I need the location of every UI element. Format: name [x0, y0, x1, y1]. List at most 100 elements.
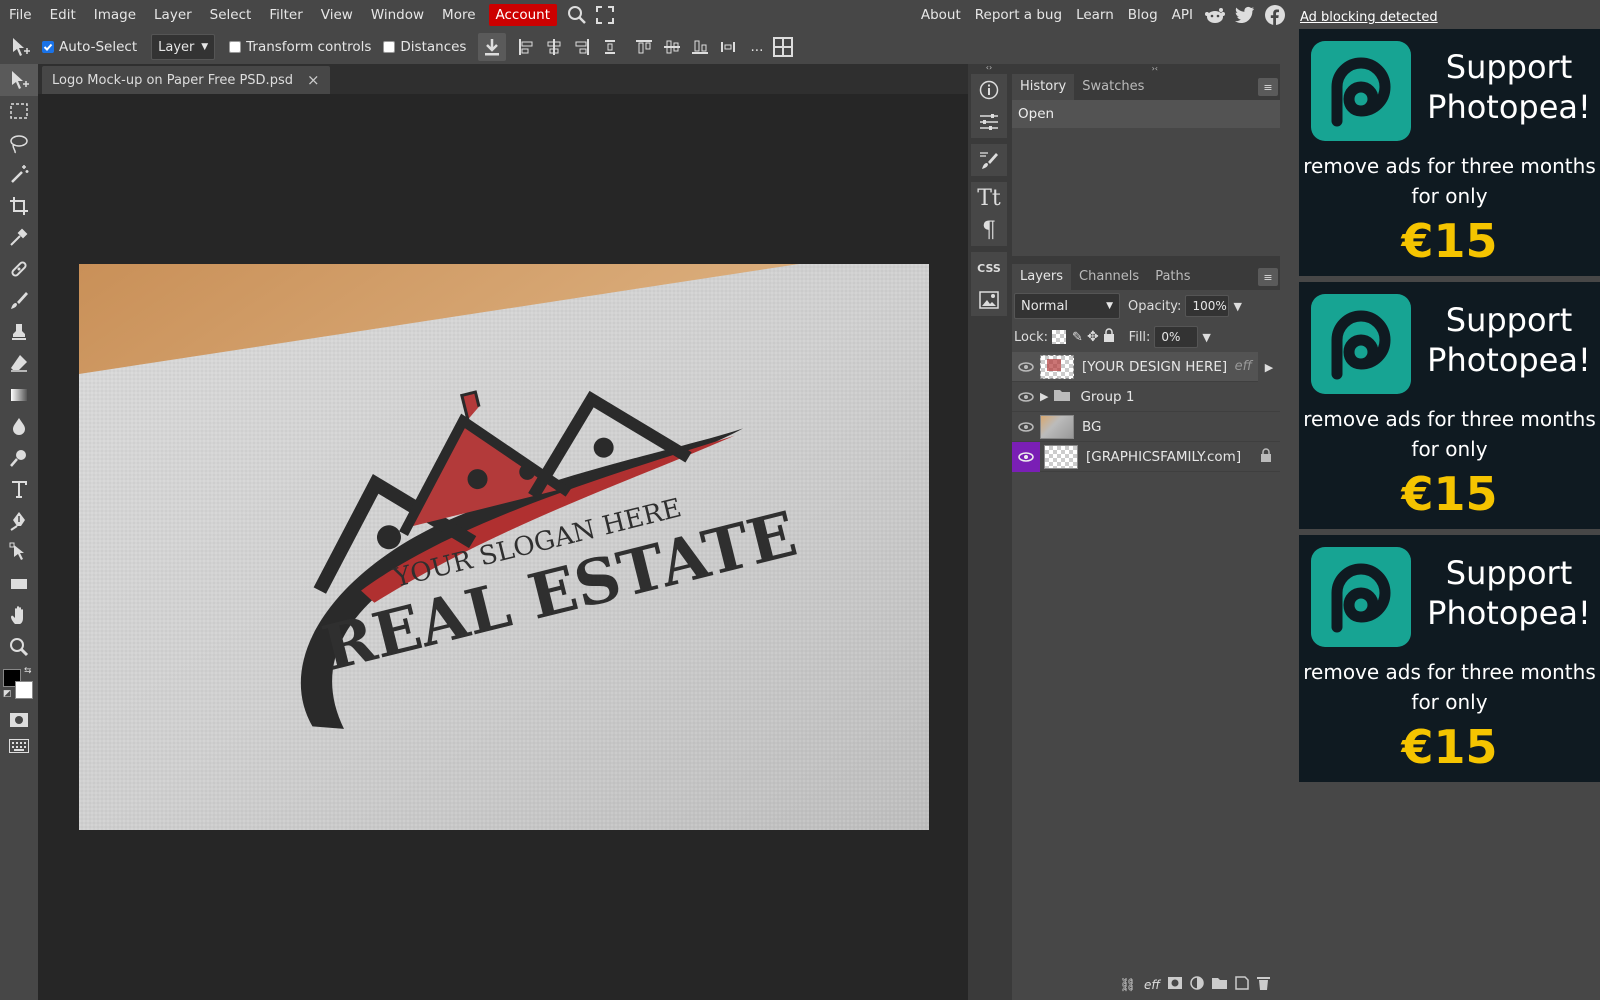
eye-icon[interactable]: [1012, 382, 1040, 412]
document-canvas[interactable]: YOUR SLOGAN HERE REAL ESTATE: [79, 264, 929, 830]
history-entry[interactable]: Open: [1012, 100, 1280, 128]
link-layers-icon[interactable]: ⛓: [1119, 978, 1136, 993]
new-group-icon[interactable]: [1212, 977, 1227, 993]
twitter-icon[interactable]: [1235, 5, 1255, 25]
lock-paint-icon[interactable]: ✎: [1072, 330, 1083, 345]
color-swatches[interactable]: ⇆ ◩: [0, 663, 38, 707]
css-icon[interactable]: CSS: [971, 252, 1007, 284]
image-icon[interactable]: [971, 284, 1007, 316]
opacity-input[interactable]: 100%: [1185, 295, 1230, 317]
download-icon[interactable]: [478, 33, 507, 61]
lasso-tool[interactable]: [0, 127, 38, 159]
auto-select-checkbox[interactable]: Auto-Select: [42, 39, 137, 55]
align-bottom-icon[interactable]: [686, 33, 714, 61]
menu-layer[interactable]: Layer: [145, 0, 201, 30]
lock-transparency-icon[interactable]: [1052, 330, 1067, 344]
layer-row[interactable]: BG: [1012, 412, 1280, 442]
menu-more[interactable]: More: [433, 0, 484, 30]
panel-menu-icon[interactable]: ≡: [1258, 268, 1278, 286]
align-middle-v-icon[interactable]: [658, 33, 686, 61]
panel-menu-icon[interactable]: ≡: [1258, 78, 1278, 96]
menu-edit[interactable]: Edit: [41, 0, 85, 30]
eye-icon[interactable]: [1012, 352, 1040, 382]
grid-icon[interactable]: [769, 33, 797, 61]
fill-dropdown-icon[interactable]: ▼: [1202, 331, 1210, 344]
clone-stamp-tool[interactable]: [0, 316, 38, 348]
tab-paths[interactable]: Paths: [1147, 264, 1198, 290]
delete-layer-icon[interactable]: [1257, 976, 1270, 994]
blend-mode-dropdown[interactable]: Normal ▼: [1014, 293, 1120, 319]
menu-filter[interactable]: Filter: [260, 0, 311, 30]
select-mode-dropdown[interactable]: Layer ▼: [151, 34, 216, 60]
brush-tool[interactable]: [0, 285, 38, 317]
zoom-tool[interactable]: [0, 631, 38, 663]
ad-banner[interactable]: Support Photopea! remove ads for three m…: [1299, 29, 1600, 276]
transform-controls-checkbox[interactable]: Transform controls: [229, 39, 371, 55]
align-top-icon[interactable]: [630, 33, 658, 61]
crop-tool[interactable]: [0, 190, 38, 222]
move-tool-icon[interactable]: [6, 33, 34, 61]
distribute-h-icon[interactable]: [596, 33, 624, 61]
lock-move-icon[interactable]: ✥: [1087, 329, 1099, 345]
healing-brush-tool[interactable]: [0, 253, 38, 285]
pen-tool[interactable]: [0, 505, 38, 537]
menu-select[interactable]: Select: [201, 0, 261, 30]
menu-learn[interactable]: Learn: [1069, 0, 1121, 30]
reddit-icon[interactable]: [1205, 5, 1225, 25]
menu-file[interactable]: File: [0, 0, 41, 30]
facebook-icon[interactable]: [1265, 5, 1285, 25]
ad-banner[interactable]: Support Photopea! remove ads for three m…: [1299, 282, 1600, 529]
eye-icon[interactable]: [1012, 412, 1040, 442]
shape-tool[interactable]: [0, 568, 38, 600]
dodge-tool[interactable]: [0, 442, 38, 474]
reset-colors-icon[interactable]: ◩: [3, 689, 12, 699]
lock-icon[interactable]: [1260, 447, 1272, 466]
menu-image[interactable]: Image: [85, 0, 145, 30]
eyedropper-tool[interactable]: [0, 222, 38, 254]
menu-window[interactable]: Window: [362, 0, 433, 30]
menu-blog[interactable]: Blog: [1121, 0, 1165, 30]
distances-checkbox[interactable]: Distances: [383, 39, 466, 55]
tab-history[interactable]: History: [1012, 74, 1075, 100]
distribute-v-icon[interactable]: [714, 33, 742, 61]
marquee-tool[interactable]: [0, 96, 38, 128]
quick-mask-button[interactable]: [0, 707, 38, 733]
align-center-h-icon[interactable]: [540, 33, 568, 61]
type-tool[interactable]: [0, 474, 38, 506]
info-icon[interactable]: [971, 74, 1007, 106]
layer-row[interactable]: [YOUR DESIGN HERE] eff ▶: [1012, 352, 1280, 382]
opacity-dropdown-icon[interactable]: ▼: [1233, 300, 1241, 313]
new-layer-icon[interactable]: [1235, 976, 1249, 994]
fill-input[interactable]: 0%: [1154, 326, 1199, 348]
menu-about[interactable]: About: [914, 0, 968, 30]
hand-tool[interactable]: [0, 600, 38, 632]
character-icon[interactable]: Tt: [971, 182, 1007, 214]
search-icon[interactable]: [563, 1, 591, 29]
move-tool[interactable]: [0, 64, 38, 96]
swap-colors-icon[interactable]: ⇆: [24, 666, 32, 676]
layer-row[interactable]: ▶ Group 1: [1012, 382, 1280, 412]
gradient-tool[interactable]: [0, 379, 38, 411]
menu-view[interactable]: View: [312, 0, 362, 30]
more-options-button[interactable]: ...: [750, 39, 763, 55]
collapse-arrows-icon[interactable]: ‹›: [968, 64, 1010, 72]
align-right-icon[interactable]: [568, 33, 596, 61]
eye-icon[interactable]: [1012, 441, 1040, 472]
tab-layers[interactable]: Layers: [1012, 264, 1072, 290]
ad-blocking-link[interactable]: Ad blocking detected: [1300, 10, 1438, 25]
adjustments-icon[interactable]: [971, 106, 1007, 138]
blur-tool[interactable]: [0, 411, 38, 443]
paragraph-icon[interactable]: ¶: [971, 214, 1007, 246]
align-left-icon[interactable]: [512, 33, 540, 61]
keyboard-button[interactable]: [0, 733, 38, 759]
expand-group-icon[interactable]: ▶: [1040, 390, 1048, 403]
eraser-tool[interactable]: [0, 348, 38, 380]
menu-report-bug[interactable]: Report a bug: [968, 0, 1069, 30]
fullscreen-icon[interactable]: [591, 1, 619, 29]
effects-badge[interactable]: eff: [1235, 359, 1252, 374]
account-button[interactable]: Account: [488, 4, 558, 26]
lock-all-icon[interactable]: [1103, 328, 1115, 346]
menu-api[interactable]: API: [1165, 0, 1200, 30]
tab-channels[interactable]: Channels: [1071, 264, 1147, 290]
ad-banner[interactable]: Support Photopea! remove ads for three m…: [1299, 535, 1600, 782]
